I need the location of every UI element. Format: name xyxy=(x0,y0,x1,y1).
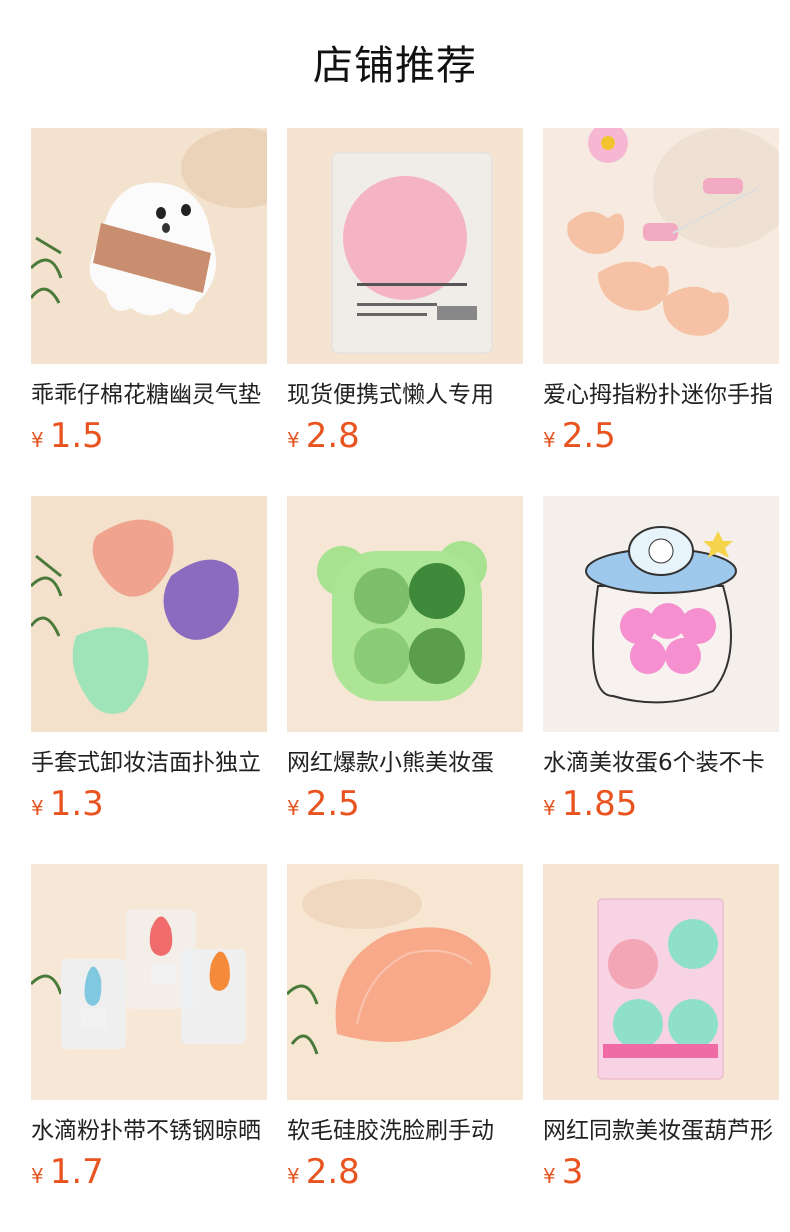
price-value: 1.85 xyxy=(561,784,638,824)
currency-symbol: ¥ xyxy=(31,428,44,452)
product-card[interactable]: 爱心拇指粉扑迷你手指 ¥2.5 xyxy=(543,128,779,462)
price-value: 1.5 xyxy=(49,416,104,456)
product-price: ¥2.5 xyxy=(287,784,523,830)
product-card[interactable]: 水滴美妆蛋6个装不卡 ¥1.85 xyxy=(543,496,779,830)
currency-symbol: ¥ xyxy=(543,1164,556,1188)
product-price: ¥1.7 xyxy=(31,1152,267,1198)
product-name[interactable]: 网红同款美妆蛋葫芦形 xyxy=(543,1114,779,1148)
price-value: 1.7 xyxy=(49,1152,104,1192)
product-grid: 乖乖仔棉花糖幽灵气垫 ¥1.5 现货便携式懒人专用 ¥2.8 爱心拇指粉扑迷你手… xyxy=(0,0,790,1232)
product-price: ¥2.8 xyxy=(287,1152,523,1198)
currency-symbol: ¥ xyxy=(287,1164,300,1188)
product-name[interactable]: 软毛硅胶洗脸刷手动 xyxy=(287,1114,523,1148)
product-name[interactable]: 水滴粉扑带不锈钢晾晒 xyxy=(31,1114,267,1148)
price-value: 2.8 xyxy=(305,416,360,456)
product-price: ¥3 xyxy=(543,1152,779,1198)
currency-symbol: ¥ xyxy=(287,796,300,820)
product-image[interactable] xyxy=(31,496,267,732)
price-value: 1.3 xyxy=(49,784,104,824)
product-name[interactable]: 爱心拇指粉扑迷你手指 xyxy=(543,378,779,412)
product-image[interactable] xyxy=(287,864,523,1100)
product-name[interactable]: 网红爆款小熊美妆蛋 xyxy=(287,746,523,780)
product-image[interactable] xyxy=(31,128,267,364)
product-image[interactable] xyxy=(287,128,523,364)
product-name[interactable]: 水滴美妆蛋6个装不卡 xyxy=(543,746,779,780)
product-card[interactable]: 网红同款美妆蛋葫芦形 ¥3 xyxy=(543,864,779,1198)
product-card[interactable]: 网红爆款小熊美妆蛋 ¥2.5 xyxy=(287,496,523,830)
price-value: 2.5 xyxy=(561,416,616,456)
price-value: 2.5 xyxy=(305,784,360,824)
product-price: ¥2.8 xyxy=(287,416,523,462)
product-card[interactable]: 水滴粉扑带不锈钢晾晒 ¥1.7 xyxy=(31,864,267,1198)
product-image[interactable] xyxy=(543,496,779,732)
product-image[interactable] xyxy=(543,128,779,364)
currency-symbol: ¥ xyxy=(287,428,300,452)
currency-symbol: ¥ xyxy=(31,1164,44,1188)
product-price: ¥1.85 xyxy=(543,784,779,830)
product-card[interactable]: 现货便携式懒人专用 ¥2.8 xyxy=(287,128,523,462)
product-image[interactable] xyxy=(287,496,523,732)
product-name[interactable]: 乖乖仔棉花糖幽灵气垫 xyxy=(31,378,267,412)
product-name[interactable]: 手套式卸妆洁面扑独立 xyxy=(31,746,267,780)
product-price: ¥1.3 xyxy=(31,784,267,830)
price-value: 3 xyxy=(561,1152,584,1192)
currency-symbol: ¥ xyxy=(31,796,44,820)
product-price: ¥2.5 xyxy=(543,416,779,462)
product-image[interactable] xyxy=(543,864,779,1100)
product-card[interactable]: 手套式卸妆洁面扑独立 ¥1.3 xyxy=(31,496,267,830)
price-value: 2.8 xyxy=(305,1152,360,1192)
product-card[interactable]: 软毛硅胶洗脸刷手动 ¥2.8 xyxy=(287,864,523,1198)
currency-symbol: ¥ xyxy=(543,796,556,820)
currency-symbol: ¥ xyxy=(543,428,556,452)
product-card[interactable]: 乖乖仔棉花糖幽灵气垫 ¥1.5 xyxy=(31,128,267,462)
product-price: ¥1.5 xyxy=(31,416,267,462)
product-name[interactable]: 现货便携式懒人专用 xyxy=(287,378,523,412)
product-image[interactable] xyxy=(31,864,267,1100)
